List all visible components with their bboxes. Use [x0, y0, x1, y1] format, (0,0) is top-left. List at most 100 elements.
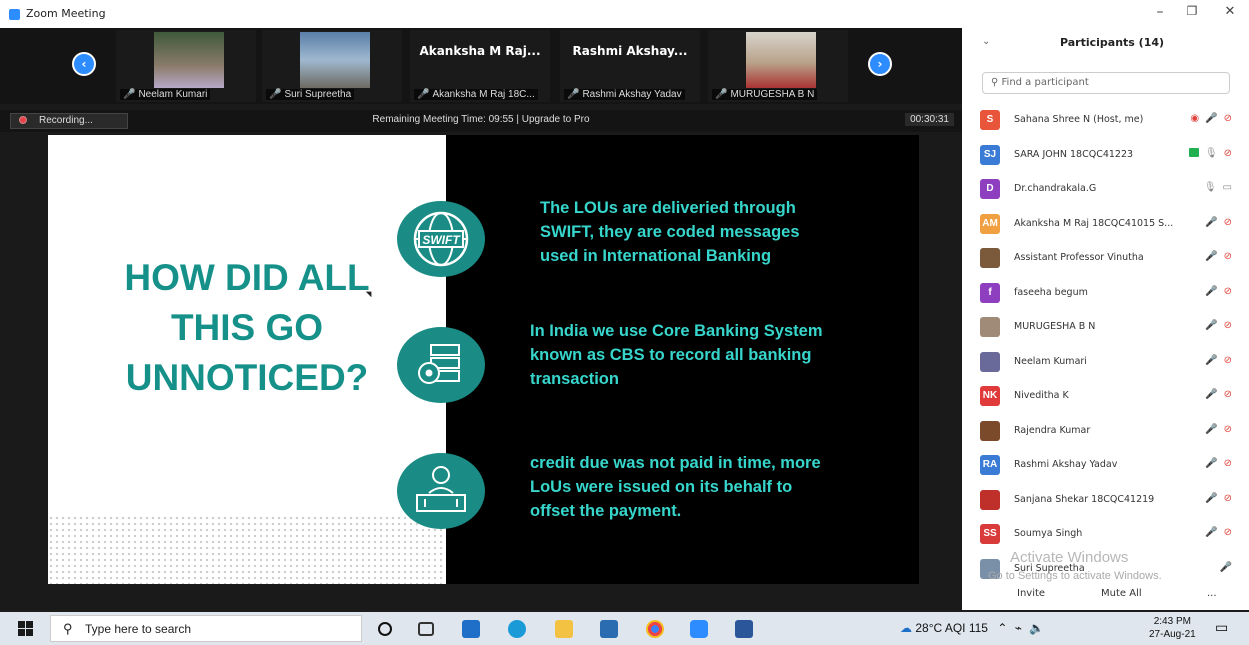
weather-temperature[interactable]: 28°C	[915, 621, 942, 635]
video-off-icon[interactable]: ⊘	[1224, 320, 1232, 331]
participant-row[interactable]: f faseeha begum 🎤 ⊘	[976, 275, 1238, 310]
invite-button[interactable]: Invite	[1012, 585, 1050, 602]
avatar: RA	[980, 455, 1000, 475]
remaining-time-notice[interactable]: Remaining Meeting Time: 09:55 | Upgrade …	[0, 114, 962, 125]
participant-status-icons: 🎤 ⊘	[1199, 355, 1232, 366]
taskbar-search-input[interactable]: ⚲ Type here to search	[50, 615, 362, 642]
chrome-icon[interactable]	[646, 620, 664, 638]
participant-status-icons: 🎤	[1214, 562, 1232, 573]
participants-header: ⌄ Participants (14)	[962, 28, 1249, 58]
close-button[interactable]: ✕	[1218, 4, 1242, 19]
participant-name: Dr.chandrakala.G	[1014, 183, 1097, 194]
activate-windows-watermark: Activate Windows	[1010, 549, 1129, 566]
participant-row[interactable]: Sanjana Shekar 18CQC41219 🎤 ⊘	[976, 482, 1238, 517]
next-page-button[interactable]: ›	[868, 52, 892, 76]
participant-row[interactable]: Rajendra Kumar 🎤 ⊘	[976, 413, 1238, 448]
muted-mic-icon[interactable]: 🎤	[1205, 251, 1217, 262]
participant-row[interactable]: Neelam Kumari 🎤 ⊘	[976, 344, 1238, 379]
participant-status-icons: 🎤 ⊘	[1199, 251, 1232, 262]
muted-mic-icon[interactable]: 🎤	[1205, 527, 1217, 538]
windows-start-button[interactable]	[18, 621, 34, 637]
network-icon[interactable]: ⌁	[1015, 621, 1022, 635]
muted-mic-icon[interactable]: 🎤	[1205, 320, 1217, 331]
muted-mic-icon[interactable]: 🎤	[1205, 286, 1217, 297]
participant-row[interactable]: SJ SARA JOHN 18CQC41223 🎙 ⊘	[976, 137, 1238, 172]
search-icon: ⚲	[991, 77, 1002, 88]
mail-icon[interactable]	[462, 620, 480, 638]
minimize-button[interactable]: –	[1148, 4, 1172, 20]
muted-mic-icon[interactable]: 🎤	[1205, 424, 1217, 435]
participant-search-input[interactable]: ⚲ Find a participant	[982, 72, 1230, 94]
mic-icon[interactable]: 🎙	[1204, 182, 1217, 193]
muted-mic-icon[interactable]: 🎤	[1205, 389, 1217, 400]
participant-row[interactable]: Assistant Professor Vinutha 🎤 ⊘	[976, 240, 1238, 275]
participants-panel: ⌄ Participants (14) ⚲ Find a participant…	[962, 28, 1249, 610]
muted-mic-icon[interactable]: 🎤	[1205, 217, 1217, 228]
video-off-icon[interactable]: ⊘	[1224, 113, 1232, 124]
air-quality[interactable]: AQI 115	[945, 621, 988, 635]
more-button[interactable]: ...	[1202, 585, 1222, 602]
video-off-icon[interactable]: ⊘	[1224, 148, 1232, 159]
participant-row[interactable]: AM Akanksha M Raj 18CQC41015 S... 🎤 ⊘	[976, 206, 1238, 241]
cortana-icon[interactable]	[378, 622, 392, 636]
chevron-up-icon[interactable]: ⌃	[997, 621, 1007, 635]
mute-all-button[interactable]: Mute All	[1096, 585, 1147, 602]
task-view-icon[interactable]	[418, 622, 434, 636]
activate-windows-hint: Go to Settings to activate Windows.	[988, 570, 1162, 582]
video-icon[interactable]: ▭	[1223, 182, 1232, 193]
speaker-icon[interactable]: 🔈	[1029, 621, 1044, 635]
participant-row[interactable]: S Sahana Shree N (Host, me) ◉ 🎤 ⊘	[976, 102, 1238, 137]
video-off-icon[interactable]: ⊘	[1224, 493, 1232, 504]
slide-point-text: The LOUs are deliveried through SWIFT, t…	[540, 199, 800, 265]
video-tile-label: 🎤 Neelam Kumari	[120, 89, 211, 100]
video-tile[interactable]: 🎤 Suri Supreetha	[262, 30, 402, 102]
dot-pattern-decoration	[48, 515, 446, 584]
mic-icon[interactable]: 🎙	[1205, 148, 1218, 159]
video-tile[interactable]: Rashmi Akshay... 🎤 Rashmi Akshay Yadav	[560, 30, 700, 102]
participant-name: Akanksha M Raj 18CQC41015 S...	[1014, 217, 1174, 229]
prev-page-button[interactable]: ‹	[72, 52, 96, 76]
avatar: NK	[980, 386, 1000, 406]
muted-mic-icon: 🎤	[567, 89, 580, 100]
participant-name: Sanjana Shekar 18CQC41219	[1014, 493, 1155, 505]
edge-icon[interactable]	[508, 620, 526, 638]
weather-icon[interactable]: ☁	[900, 621, 912, 635]
video-tile-name: Akanksha M Raj...	[419, 44, 541, 58]
video-off-icon[interactable]: ⊘	[1224, 251, 1232, 262]
participant-status-icons: 🎤 ⊘	[1199, 493, 1232, 504]
muted-mic-icon[interactable]: 🎤	[1205, 458, 1217, 469]
video-tile[interactable]: 🎤 MURUGESHA B N	[708, 30, 848, 102]
video-off-icon[interactable]: ⊘	[1224, 458, 1232, 469]
participant-row[interactable]: RA Rashmi Akshay Yadav 🎤 ⊘	[976, 447, 1238, 482]
word-icon[interactable]	[735, 620, 753, 638]
video-tile-label: 🎤 MURUGESHA B N	[712, 89, 818, 100]
taskbar-clock[interactable]: 2:43 PM 27-Aug-21	[1149, 615, 1196, 641]
video-off-icon[interactable]: ⊘	[1224, 217, 1232, 228]
muted-mic-icon[interactable]: 🎤	[1220, 562, 1232, 573]
restore-button[interactable]: ❐	[1180, 4, 1204, 18]
video-off-icon[interactable]: ⊘	[1224, 424, 1232, 435]
file-explorer-icon[interactable]	[555, 620, 573, 638]
video-off-icon[interactable]: ⊘	[1224, 389, 1232, 400]
participant-name: Soumya Singh	[1014, 528, 1083, 539]
store-icon[interactable]	[600, 620, 618, 638]
muted-mic-icon[interactable]: 🎤	[1205, 355, 1217, 366]
participant-row[interactable]: D Dr.chandrakala.G 🎙 ▭	[976, 171, 1238, 206]
video-off-icon[interactable]: ⊘	[1224, 355, 1232, 366]
chevron-down-icon[interactable]: ⌄	[982, 36, 990, 47]
participant-row[interactable]: NK Niveditha K 🎤 ⊘	[976, 378, 1238, 413]
recording-icon[interactable]: ◉	[1190, 113, 1199, 124]
video-tile[interactable]: Akanksha M Raj... 🎤 Akanksha M Raj 18C...	[410, 30, 550, 102]
participant-row[interactable]: MURUGESHA B N 🎤 ⊘	[976, 309, 1238, 344]
windows-taskbar: ⚲ Type here to search ☁ 28°C AQI 115 ⌃ ⌁ …	[0, 612, 1249, 645]
notification-icon[interactable]: ▭	[1215, 620, 1228, 636]
video-tile[interactable]: 🎤 Neelam Kumari	[116, 30, 256, 102]
participant-row[interactable]: SS Soumya Singh 🎤 ⊘	[976, 516, 1238, 551]
zoom-taskbar-icon[interactable]	[690, 620, 708, 638]
screen-share-icon[interactable]	[1188, 147, 1199, 157]
participant-name: Sahana Shree N (Host, me)	[1014, 114, 1144, 125]
video-off-icon[interactable]: ⊘	[1224, 286, 1232, 297]
muted-mic-icon[interactable]: 🎤	[1205, 493, 1217, 504]
video-off-icon[interactable]: ⊘	[1224, 527, 1232, 538]
muted-mic-icon[interactable]: 🎤	[1205, 113, 1217, 124]
